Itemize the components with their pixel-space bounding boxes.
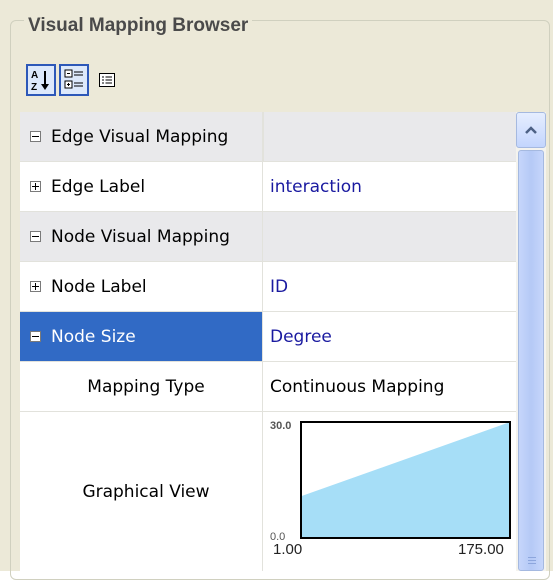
svg-text:A: A	[31, 70, 38, 81]
scroll-up-button[interactable]	[516, 112, 546, 148]
categorized-view-button[interactable]	[59, 64, 89, 96]
property-label: Graphical View	[82, 482, 210, 502]
property-name-cell: Graphical View	[20, 412, 263, 571]
panel-title: Visual Mapping Browser	[24, 14, 253, 38]
property-name-cell: Edge Label	[20, 162, 263, 211]
property-row-edge-label[interactable]: Edge Label interaction	[20, 162, 516, 212]
visual-mapping-browser-panel: Visual Mapping Browser A Z Edge Visual M…	[0, 0, 553, 580]
category-value-cell	[263, 112, 516, 161]
property-value-cell[interactable]: Degree	[263, 312, 516, 361]
sort-alphabetical-icon: A Z	[31, 70, 49, 92]
property-value: ID	[270, 276, 289, 297]
vertical-scrollbar[interactable]	[516, 112, 546, 571]
thumb-grip-line	[528, 563, 536, 564]
property-row-node-label[interactable]: Node Label ID	[20, 262, 516, 312]
mapping-fill-area	[301, 422, 510, 538]
chevron-up-icon	[525, 126, 537, 134]
sort-alphabetical-button[interactable]: A Z	[26, 64, 56, 96]
x-min-label: 1.00	[273, 541, 303, 558]
categorized-view-icon	[64, 69, 83, 89]
thumb-grip-line	[528, 560, 536, 561]
collapse-icon[interactable]	[30, 131, 41, 142]
category-row-edge-visual-mapping[interactable]: Edge Visual Mapping	[20, 112, 516, 162]
svg-text:Z: Z	[31, 82, 37, 92]
property-label: Edge Label	[51, 176, 146, 197]
graphical-view-editor[interactable]: 30.0 0.0 1.00 175.00	[270, 412, 516, 571]
category-label: Node Visual Mapping	[51, 226, 230, 247]
x-max-label: 175.00	[458, 541, 504, 558]
category-cell: Node Visual Mapping	[20, 212, 263, 261]
property-row-node-size[interactable]: Node Size Degree	[20, 312, 516, 362]
subproperty-row-mapping-type[interactable]: Mapping Type Continuous Mapping	[20, 362, 516, 412]
collapse-icon[interactable]	[30, 331, 41, 342]
property-value-cell[interactable]: Continuous Mapping	[263, 362, 516, 411]
property-label: Node Label	[51, 276, 147, 297]
collapse-icon[interactable]	[30, 231, 41, 242]
property-name-cell: Node Label	[20, 262, 263, 311]
property-label: Node Size	[51, 326, 136, 347]
category-cell: Edge Visual Mapping	[20, 112, 263, 161]
property-sheet-button[interactable]	[92, 64, 122, 96]
property-value: Degree	[270, 326, 332, 347]
category-label: Edge Visual Mapping	[51, 126, 229, 147]
property-name-cell: Mapping Type	[20, 362, 263, 411]
property-grid: Edge Visual Mapping Edge Label interacti…	[20, 112, 516, 571]
property-value-cell[interactable]: interaction	[263, 162, 516, 211]
category-value-cell	[263, 212, 516, 261]
expand-icon[interactable]	[30, 181, 41, 192]
subproperty-row-graphical-view[interactable]: Graphical View 30.0 0.0 1.00 175.00	[20, 412, 516, 571]
category-row-node-visual-mapping[interactable]: Node Visual Mapping	[20, 212, 516, 262]
property-label: Mapping Type	[87, 376, 205, 397]
property-value: Continuous Mapping	[270, 376, 445, 397]
expand-icon[interactable]	[30, 281, 41, 292]
scroll-thumb[interactable]	[518, 150, 544, 571]
property-name-cell: Node Size	[20, 312, 263, 361]
property-sheet-icon	[99, 73, 115, 87]
property-value: interaction	[270, 176, 362, 197]
thumb-grip-line	[528, 557, 536, 558]
property-value-cell[interactable]: ID	[263, 262, 516, 311]
